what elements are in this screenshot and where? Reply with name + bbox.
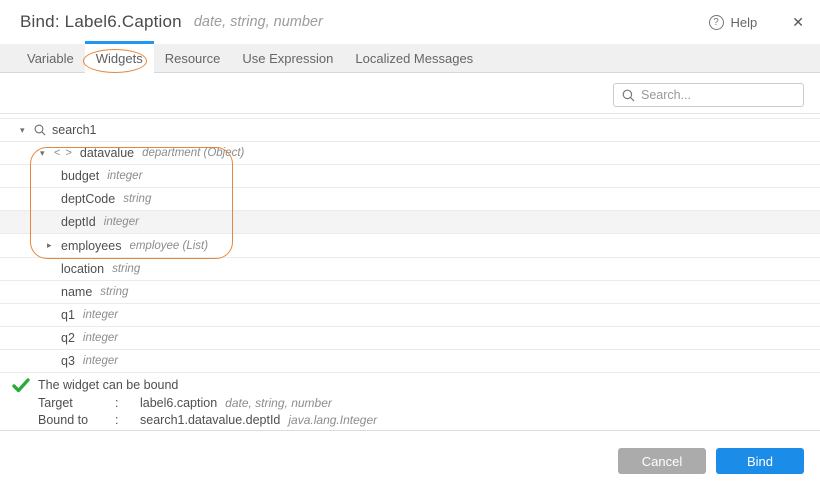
object-code-icon: < >: [54, 147, 73, 159]
tree-node-label: employees: [61, 239, 121, 253]
close-icon[interactable]: ✕: [792, 14, 804, 31]
tree-node-label: q2: [61, 331, 75, 345]
tree-node-type: integer: [83, 332, 118, 344]
header-actions: ? Help ✕: [709, 14, 804, 31]
bound-to-label: Bound to: [38, 412, 115, 430]
tree-node-type: integer: [107, 170, 142, 182]
tab-widgets-label: Widgets: [96, 51, 143, 66]
status-lines: The widget can be bound Target : label6.…: [0, 373, 820, 430]
target-label: Target: [38, 395, 115, 413]
status-bound-row: Bound to : search1.datavalue.deptId java…: [38, 412, 820, 430]
tree-node-type: employee (List): [129, 240, 208, 252]
bound-to-value: search1.datavalue.deptId: [140, 412, 280, 430]
footer-actions: Cancel Bind: [618, 448, 804, 474]
dialog-subtitle: date, string, number: [194, 14, 323, 30]
tree-row-employees[interactable]: ▸ employees employee (List): [0, 234, 820, 257]
tree-row-name[interactable]: name string: [0, 281, 820, 304]
tree-node-type: string: [112, 263, 140, 275]
cancel-button[interactable]: Cancel: [618, 448, 706, 474]
tree-node-type: integer: [83, 309, 118, 321]
dialog-header: Bind: Label6.Caption date, string, numbe…: [0, 0, 820, 44]
tree-row-datavalue[interactable]: ▾ < > datavalue department (Object): [0, 142, 820, 165]
dialog-title: Bind: Label6.Caption: [20, 12, 182, 32]
help-icon[interactable]: ?: [709, 15, 724, 30]
help-button[interactable]: Help: [731, 15, 758, 30]
tree-row-search1[interactable]: ▾ search1: [0, 119, 820, 142]
colon: :: [115, 395, 140, 413]
tab-localized-messages[interactable]: Localized Messages: [344, 44, 484, 72]
tree-node-type: string: [100, 286, 128, 298]
bound-to-type: java.lang.Integer: [288, 412, 377, 430]
tree-row-q2[interactable]: q2 integer: [0, 327, 820, 350]
tree-node-label: datavalue: [80, 146, 134, 160]
search-input[interactable]: [641, 88, 795, 102]
check-icon: [12, 378, 30, 393]
tab-bar: Variable Widgets Resource Use Expression…: [0, 44, 820, 73]
content-divider: [0, 113, 820, 114]
bind-status-panel: The widget can be bound Target : label6.…: [0, 373, 820, 430]
bind-dialog: Bind: Label6.Caption date, string, numbe…: [0, 0, 820, 488]
tree-node-label: name: [61, 285, 92, 299]
bind-button[interactable]: Bind: [716, 448, 804, 474]
tab-use-expression[interactable]: Use Expression: [231, 44, 344, 72]
status-target-row: Target : label6.caption date, string, nu…: [38, 395, 820, 413]
tree-row-location[interactable]: location string: [0, 258, 820, 281]
chevron-right-icon[interactable]: ▸: [47, 240, 61, 251]
search-widget-icon: [34, 124, 46, 136]
tree-node-label: q3: [61, 354, 75, 368]
active-tab-indicator: [85, 41, 154, 44]
widget-tree: ▾ search1 ▾ < > datavalue department (Ob…: [0, 118, 820, 373]
tree-node-label: q1: [61, 308, 75, 322]
tree-row-deptCode[interactable]: deptCode string: [0, 188, 820, 211]
tree-row-q3[interactable]: q3 integer: [0, 350, 820, 373]
tree-node-label: budget: [61, 169, 99, 183]
tree-node-type: integer: [83, 355, 118, 367]
tree-node-type: string: [123, 193, 151, 205]
tree-node-type: department (Object): [142, 147, 244, 159]
tab-resource[interactable]: Resource: [154, 44, 232, 72]
footer-divider: [0, 430, 820, 431]
tree-row-deptId[interactable]: deptId integer: [0, 211, 820, 234]
chevron-down-icon[interactable]: ▾: [20, 125, 34, 136]
tree-node-type: integer: [104, 216, 139, 228]
target-value: label6.caption: [140, 395, 217, 413]
tab-variable-label: Variable: [27, 51, 74, 66]
tree-row-q1[interactable]: q1 integer: [0, 304, 820, 327]
status-message: The widget can be bound: [38, 377, 820, 395]
tab-widgets[interactable]: Widgets: [85, 44, 154, 73]
search-box[interactable]: [613, 83, 804, 107]
tab-use-expression-label: Use Expression: [242, 51, 333, 66]
tab-variable[interactable]: Variable: [16, 44, 85, 72]
tree-node-label: location: [61, 262, 104, 276]
colon: :: [115, 412, 140, 430]
tree-node-label: deptId: [61, 215, 96, 229]
tree-node-label: search1: [52, 123, 96, 137]
target-type: date, string, number: [225, 395, 332, 413]
tree-row-budget[interactable]: budget integer: [0, 165, 820, 188]
tab-localized-messages-label: Localized Messages: [355, 51, 473, 66]
tab-resource-label: Resource: [165, 51, 221, 66]
chevron-down-icon[interactable]: ▾: [40, 148, 54, 159]
search-icon: [622, 89, 635, 102]
tree-node-label: deptCode: [61, 192, 115, 206]
